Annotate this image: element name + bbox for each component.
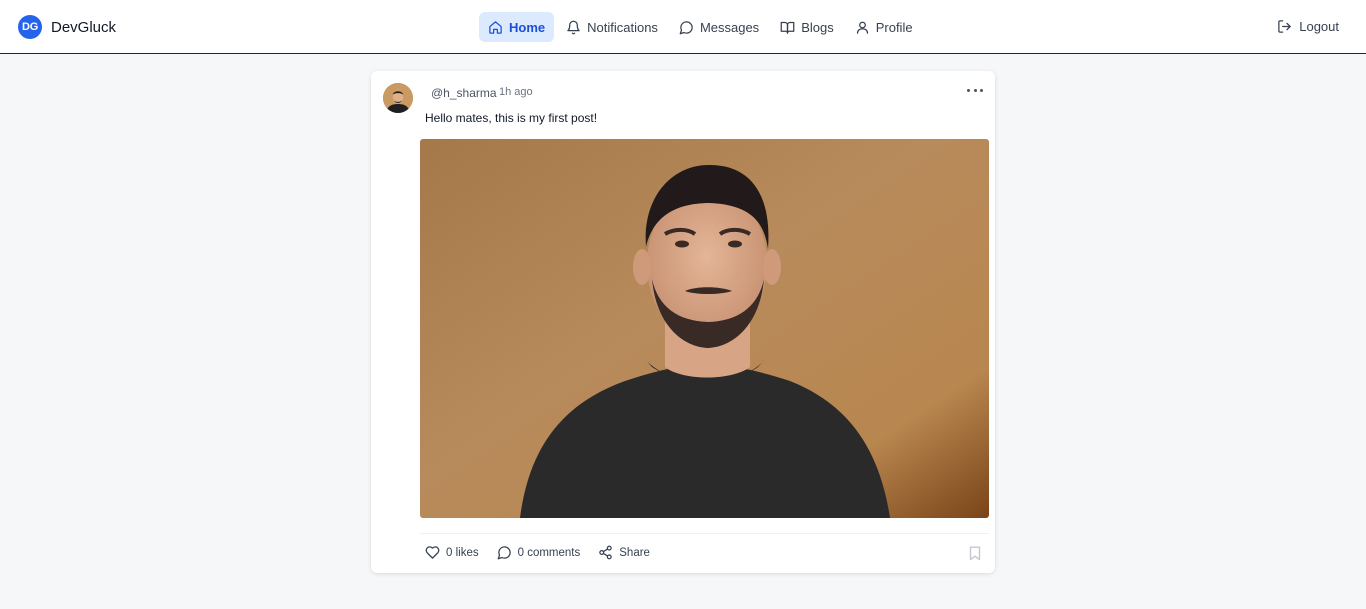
brand-name: DevGluck [51, 18, 117, 36]
user-icon [856, 21, 868, 34]
post-actions: 0 likes 0 comments Share [425, 545, 668, 560]
share-icon [599, 545, 612, 560]
brand-logo: DG [18, 15, 42, 39]
avatar-photo [383, 83, 413, 113]
dot-icon [973, 88, 977, 92]
dot-icon [980, 88, 983, 92]
comment-button[interactable]: 0 comments [497, 545, 581, 560]
divider [420, 533, 989, 534]
comments-count: 0 comments [517, 546, 581, 559]
likes-count: 0 likes [446, 546, 479, 559]
nav-item-label: Home [509, 19, 546, 35]
heart-icon [425, 546, 440, 559]
bell-icon [567, 20, 580, 34]
dot-icon [967, 88, 970, 92]
message-icon [679, 20, 693, 34]
book-icon [780, 21, 795, 34]
nav-item-label: Notifications [587, 19, 658, 35]
share-button[interactable]: Share [598, 545, 650, 560]
top-navbar: DG DevGluck Home Notifications Messages … [0, 0, 1366, 54]
avatar[interactable] [383, 83, 413, 113]
post-text: Hello mates, this is my first post! [425, 111, 598, 125]
post-username[interactable]: @h_sharma [431, 86, 497, 100]
more-options-button[interactable] [967, 84, 983, 96]
logout-button[interactable]: Logout [1277, 19, 1339, 34]
comment-icon [497, 546, 511, 560]
bookmark-icon[interactable] [969, 546, 981, 561]
share-label: Share [619, 546, 650, 559]
nav-item-profile[interactable]: Profile [846, 12, 922, 42]
nav-item-messages[interactable]: Messages [670, 12, 768, 42]
logout-icon [1278, 20, 1291, 33]
post-timestamp: 1h ago [499, 86, 533, 98]
nav-item-notifications[interactable]: Notifications [557, 12, 667, 42]
nav-item-label: Profile [875, 19, 913, 35]
like-button[interactable]: 0 likes [425, 545, 479, 560]
logout-label: Logout [1299, 19, 1339, 34]
main-nav: Home Notifications Messages Blogs Profil… [479, 12, 925, 42]
nav-item-blogs[interactable]: Blogs [771, 12, 843, 42]
home-icon [489, 20, 502, 34]
brand[interactable]: DG DevGluck [18, 15, 116, 39]
portrait-photo [420, 139, 989, 518]
post-image[interactable] [420, 139, 989, 518]
nav-item-home[interactable]: Home [479, 12, 555, 42]
post-card: @h_sharma 1h ago Hello mates, this is my… [371, 71, 995, 573]
nav-item-label: Messages [699, 19, 760, 35]
nav-item-label: Blogs [801, 19, 834, 35]
